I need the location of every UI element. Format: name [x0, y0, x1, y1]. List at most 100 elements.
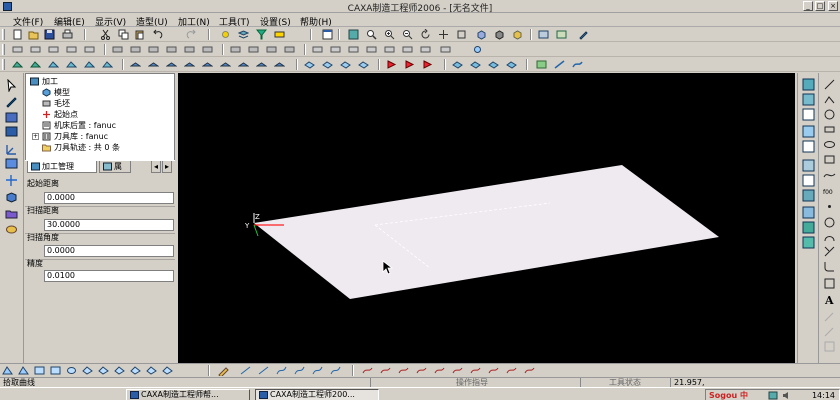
pan-icon[interactable]	[438, 29, 449, 40]
tray-network-icon[interactable]	[768, 391, 778, 400]
extend-icon[interactable]	[130, 44, 141, 55]
surface-j-icon[interactable]	[524, 365, 535, 376]
drill-icon[interactable]	[84, 59, 95, 70]
zoom-out-icon[interactable]	[402, 29, 413, 40]
stock-icon[interactable]	[506, 59, 517, 70]
tree-item-post[interactable]: 机床后置 : fanuc	[42, 120, 116, 131]
feed-icon[interactable]	[488, 59, 499, 70]
layer-icon[interactable]	[238, 29, 249, 40]
array-icon[interactable]	[284, 44, 295, 55]
show-icon[interactable]	[802, 236, 815, 249]
hole-icon[interactable]	[472, 44, 483, 55]
tab-scroll-left[interactable]: ◂	[151, 161, 161, 173]
draft-icon[interactable]	[114, 365, 125, 376]
process-sheet-icon[interactable]	[422, 59, 433, 70]
rough-mill-icon[interactable]	[12, 59, 23, 70]
surface-c-icon[interactable]	[398, 365, 409, 376]
copy-icon[interactable]	[118, 29, 129, 40]
axis-icon[interactable]	[5, 174, 18, 187]
trim-curve-icon[interactable]	[823, 245, 836, 258]
curve-f-icon[interactable]	[330, 365, 341, 376]
join-curve-icon[interactable]	[823, 340, 836, 353]
explode-icon[interactable]	[802, 206, 815, 219]
ellipse-draw-icon[interactable]	[823, 138, 836, 151]
equation-curve-icon[interactable]: f00	[823, 185, 836, 198]
surface-e-icon[interactable]	[434, 365, 445, 376]
ime-indicator[interactable]: Sogou 中	[709, 390, 748, 400]
rotate-shape-icon[interactable]	[34, 365, 45, 376]
slope-icon[interactable]	[554, 59, 565, 70]
view-iso-icon[interactable]	[802, 125, 815, 138]
projection-icon[interactable]	[220, 59, 231, 70]
cut-icon[interactable]	[100, 29, 111, 40]
feature-icon[interactable]	[5, 223, 18, 236]
window-icon[interactable]	[322, 29, 333, 40]
boolean-icon[interactable]	[402, 44, 413, 55]
break-curve-icon[interactable]	[823, 325, 836, 338]
blank-plane-surface[interactable]	[254, 165, 719, 299]
sketch-icon[interactable]	[5, 95, 18, 108]
line-draw-icon[interactable]	[823, 78, 836, 91]
geom-transform-icon[interactable]	[2, 365, 13, 376]
curve-d-icon[interactable]	[294, 365, 305, 376]
split-icon[interactable]	[146, 365, 157, 376]
polygon-draw-icon[interactable]	[823, 153, 836, 166]
attribute-icon[interactable]	[556, 29, 567, 40]
surface-i-icon[interactable]	[506, 365, 517, 376]
path-edit-icon[interactable]	[304, 59, 315, 70]
hide-icon[interactable]	[802, 221, 815, 234]
arc-tool-icon[interactable]	[30, 44, 41, 55]
text-draw-icon[interactable]: A	[823, 293, 836, 306]
array-shape-icon[interactable]	[82, 365, 93, 376]
project-curve-icon[interactable]	[823, 277, 836, 290]
toolbar-grip[interactable]	[2, 59, 5, 70]
precision-input[interactable]: 0.0100	[44, 270, 174, 282]
spiral-icon[interactable]	[202, 59, 213, 70]
spline-tool-icon[interactable]	[84, 44, 95, 55]
line-tool-icon[interactable]	[12, 44, 23, 55]
cut-extrude-icon[interactable]	[440, 44, 451, 55]
wireframe-icon[interactable]	[476, 29, 487, 40]
tab-machining-manager[interactable]: 加工管理	[27, 161, 97, 173]
rotate-icon[interactable]	[420, 29, 431, 40]
open-file-icon[interactable]	[28, 29, 39, 40]
path-reverse-icon[interactable]	[358, 59, 369, 70]
light-icon[interactable]	[220, 29, 231, 40]
plane-icon[interactable]	[5, 111, 18, 124]
radial-icon[interactable]	[184, 59, 195, 70]
sweep-icon[interactable]	[348, 44, 359, 55]
curve-a-icon[interactable]	[240, 365, 251, 376]
translate-icon[interactable]	[18, 365, 29, 376]
zoom-in-icon[interactable]	[384, 29, 395, 40]
dimension-icon[interactable]	[5, 157, 18, 170]
task-caxa-main[interactable]: CAXA制造工程师200...	[255, 389, 379, 400]
shade-icon[interactable]	[494, 29, 505, 40]
minimize-button[interactable]: _	[803, 1, 813, 11]
scan-line-icon[interactable]	[130, 59, 141, 70]
curve-check-icon[interactable]	[572, 59, 583, 70]
boundary-icon[interactable]	[274, 59, 285, 70]
trim-icon[interactable]	[112, 44, 123, 55]
extrude-icon[interactable]	[420, 44, 431, 55]
grid-icon[interactable]	[5, 125, 18, 138]
start-distance-input[interactable]: 0.0000	[44, 192, 174, 204]
parallel-icon[interactable]	[166, 59, 177, 70]
redo-icon[interactable]	[186, 29, 197, 40]
fillet-icon[interactable]	[148, 44, 159, 55]
tool-library-btn-icon[interactable]	[452, 59, 463, 70]
chamfer-icon[interactable]	[166, 44, 177, 55]
circle-tool-icon[interactable]	[48, 44, 59, 55]
new-file-icon[interactable]	[12, 29, 23, 40]
rect-tool-icon[interactable]	[66, 44, 77, 55]
zoom-window-icon[interactable]	[366, 29, 377, 40]
surface-f-icon[interactable]	[452, 365, 463, 376]
save-icon[interactable]	[44, 29, 55, 40]
mirror-shape-icon[interactable]	[50, 365, 61, 376]
tray-volume-icon[interactable]	[782, 391, 792, 400]
surface-icon[interactable]	[312, 44, 323, 55]
section-icon[interactable]	[802, 189, 815, 202]
offset-icon[interactable]	[384, 44, 395, 55]
measure-icon[interactable]	[536, 59, 547, 70]
tree-item-toolpaths[interactable]: 刀具轨迹 : 共 0 条	[42, 142, 120, 153]
move-icon[interactable]	[230, 44, 241, 55]
